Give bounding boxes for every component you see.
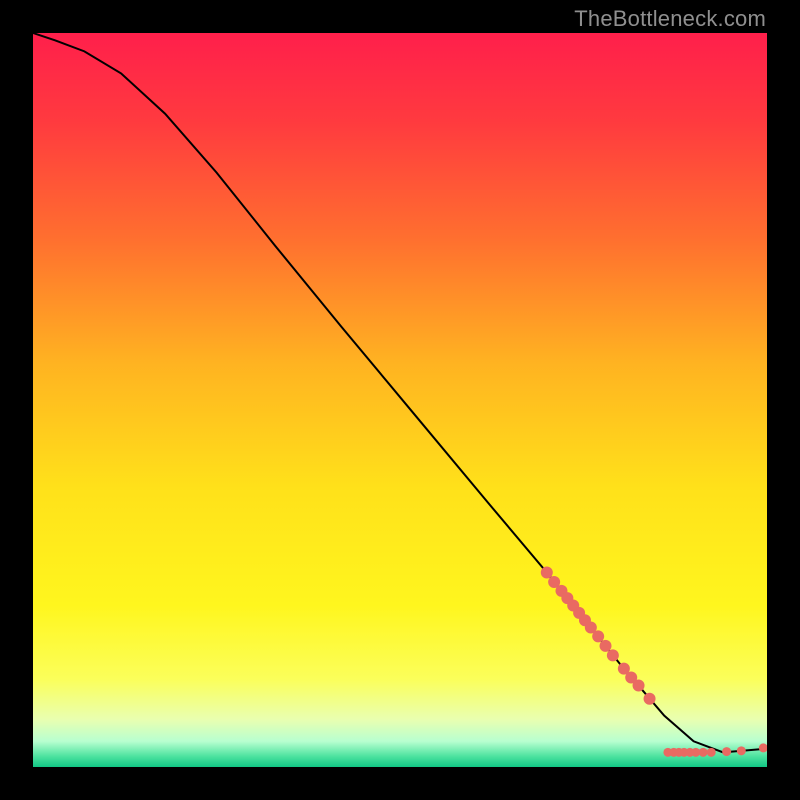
highlight-point (699, 748, 708, 757)
highlight-point (592, 630, 604, 642)
gradient-background (33, 33, 767, 767)
highlight-point (707, 748, 716, 757)
highlight-point (541, 566, 553, 578)
plot-area (33, 33, 767, 767)
highlight-point (737, 746, 746, 755)
highlight-point (600, 640, 612, 652)
chart-svg (33, 33, 767, 767)
highlight-point (722, 747, 731, 756)
highlight-point (607, 649, 619, 661)
chart-frame: TheBottleneck.com (0, 0, 800, 800)
highlight-point (644, 693, 656, 705)
watermark-text: TheBottleneck.com (574, 6, 766, 32)
highlight-point (633, 680, 645, 692)
